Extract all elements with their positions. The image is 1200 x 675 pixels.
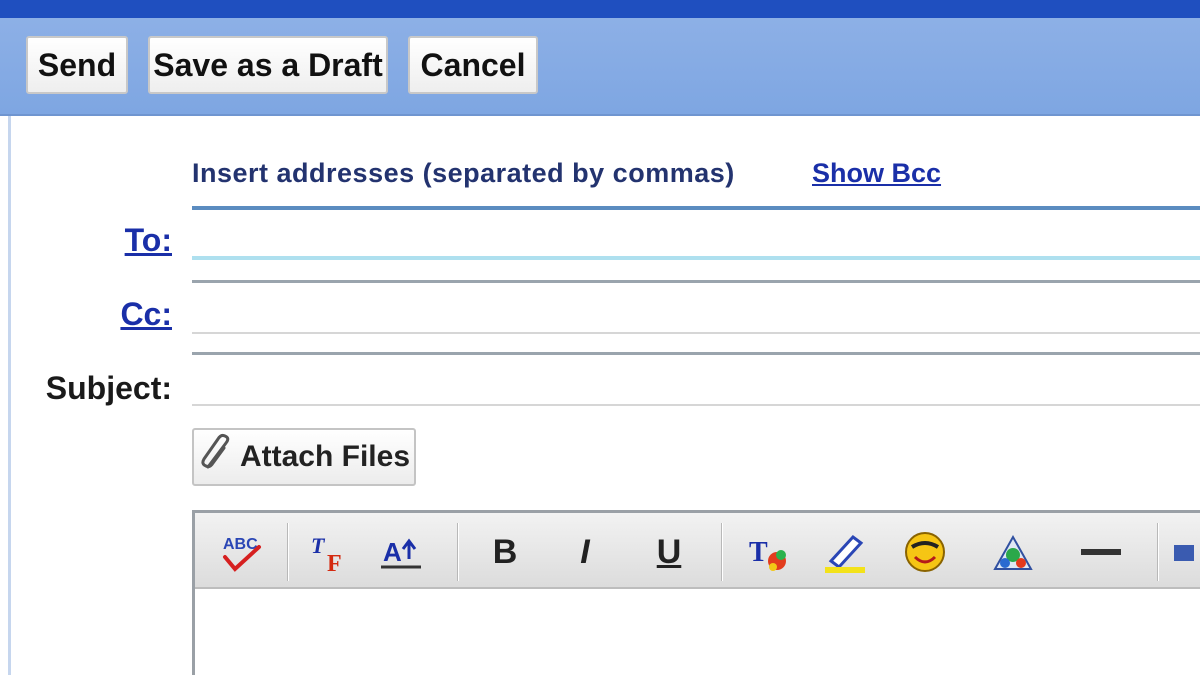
underline-label: U xyxy=(656,532,682,571)
to-label[interactable]: To: xyxy=(110,222,172,259)
text-color-icon[interactable]: T xyxy=(741,527,793,577)
toolbar-divider xyxy=(457,523,459,581)
cancel-button[interactable]: Cancel xyxy=(408,36,538,94)
more-formatting-icon[interactable] xyxy=(1167,527,1197,577)
svg-text:A: A xyxy=(383,537,402,567)
message-body[interactable] xyxy=(195,591,1200,675)
cc-input[interactable] xyxy=(192,280,1200,334)
save-draft-button[interactable]: Save as a Draft xyxy=(148,36,388,94)
horizontal-rule-icon[interactable] xyxy=(1075,527,1127,577)
svg-text:T: T xyxy=(749,537,768,568)
attach-files-label: Attach Files xyxy=(239,440,411,473)
address-hint: Insert addresses (separated by commas) xyxy=(192,158,735,188)
send-button[interactable]: Send xyxy=(26,36,128,94)
bold-button[interactable]: B xyxy=(479,527,531,577)
font-size-icon[interactable]: A xyxy=(375,527,427,577)
paperclip-icon xyxy=(198,433,236,481)
svg-text:T: T xyxy=(311,533,326,558)
bold-label: B xyxy=(492,532,518,571)
underline-button[interactable]: U xyxy=(643,527,695,577)
toolbar-divider xyxy=(721,523,723,581)
toolbar-divider xyxy=(1157,523,1159,581)
attach-files-button[interactable]: Attach Files xyxy=(192,428,416,486)
cc-label[interactable]: Cc: xyxy=(110,296,172,333)
highlight-icon[interactable] xyxy=(819,527,871,577)
formatting-toolbar: ABC T F A B I U T xyxy=(195,513,1200,589)
subject-input[interactable] xyxy=(192,352,1200,406)
compose-toolbar: Send Save as a Draft Cancel xyxy=(0,18,1200,116)
font-face-icon[interactable]: T F xyxy=(305,527,357,577)
insert-image-icon[interactable] xyxy=(987,527,1039,577)
show-bcc-link[interactable]: Show Bcc xyxy=(812,158,941,189)
italic-label: I xyxy=(580,532,590,571)
message-editor: ABC T F A B I U T xyxy=(192,510,1200,675)
toolbar-divider xyxy=(287,523,289,581)
emoticon-icon[interactable] xyxy=(899,527,951,577)
to-input[interactable] xyxy=(192,206,1200,260)
window-title-strip xyxy=(0,0,1200,18)
subject-label: Subject: xyxy=(45,370,172,406)
italic-button[interactable]: I xyxy=(559,527,611,577)
spellcheck-icon[interactable]: ABC xyxy=(215,527,267,577)
svg-text:F: F xyxy=(327,551,342,575)
